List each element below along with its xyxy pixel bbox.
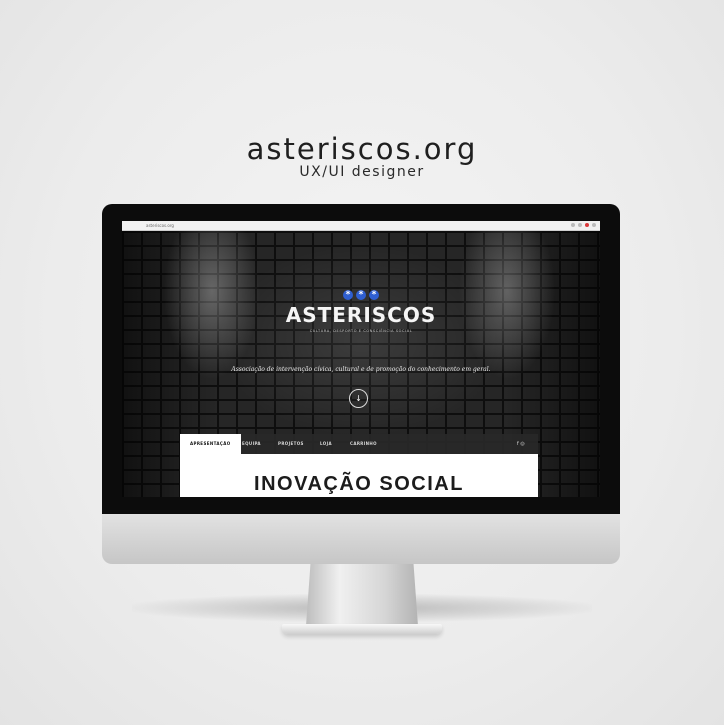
facebook-icon[interactable]: f xyxy=(517,441,519,447)
browser-toolbar: asteriscos.org xyxy=(122,221,600,231)
browser-url[interactable]: asteriscos.org xyxy=(146,222,174,229)
scroll-down-button[interactable]: ↓ xyxy=(349,389,368,408)
asterisk-icon: * xyxy=(369,290,379,300)
main-nav: APRESENTAÇÃO EQUIPA PROJETOS LOJA CARRIN… xyxy=(180,434,538,454)
content-card: INOVAÇÃO SOCIAL xyxy=(180,454,538,497)
monitor-chin xyxy=(102,514,620,564)
instagram-icon[interactable]: ◎ xyxy=(520,441,524,447)
browser-record-icon[interactable] xyxy=(585,223,589,227)
nav-item-apresentacao[interactable]: APRESENTAÇÃO xyxy=(180,434,241,454)
nav-item-equipa[interactable]: EQUIPA xyxy=(242,434,261,454)
asterisk-icon: * xyxy=(343,290,353,300)
logo-icons: * * * xyxy=(343,290,379,300)
section-heading: INOVAÇÃO SOCIAL xyxy=(254,473,464,495)
page-subtitle: UX/UI designer xyxy=(299,164,425,180)
nav-item-carrinho[interactable]: CARRINHO xyxy=(350,434,377,454)
browser-menu-icon[interactable] xyxy=(592,223,596,227)
site-logo[interactable]: ASTERISCOS xyxy=(122,303,600,327)
browser-bookmark-icon[interactable] xyxy=(578,223,582,227)
hero-section: * * * ASTERISCOS CULTURA, DESPORTO E CON… xyxy=(122,231,600,497)
browser-extension-icon[interactable] xyxy=(571,223,575,227)
page-title: asteriscos.org xyxy=(246,132,478,166)
monitor-stand-base xyxy=(282,624,442,634)
arrow-down-icon: ↓ xyxy=(355,394,362,403)
nav-item-projetos[interactable]: PROJETOS xyxy=(278,434,304,454)
browser-icons xyxy=(571,223,596,227)
asterisk-icon: * xyxy=(356,290,366,300)
nav-item-loja[interactable]: LOJA xyxy=(320,434,332,454)
hero-description: Associação de intervenção cívica, cultur… xyxy=(231,366,491,373)
logo-tagline: CULTURA, DESPORTO E CONSCIÊNCIA SOCIAL xyxy=(309,329,413,333)
social-icons: f ◎ xyxy=(517,434,525,454)
monitor-stand xyxy=(306,564,418,626)
monitor-screen: asteriscos.org * * * ASTERISCOS CULTURA,… xyxy=(122,221,600,497)
